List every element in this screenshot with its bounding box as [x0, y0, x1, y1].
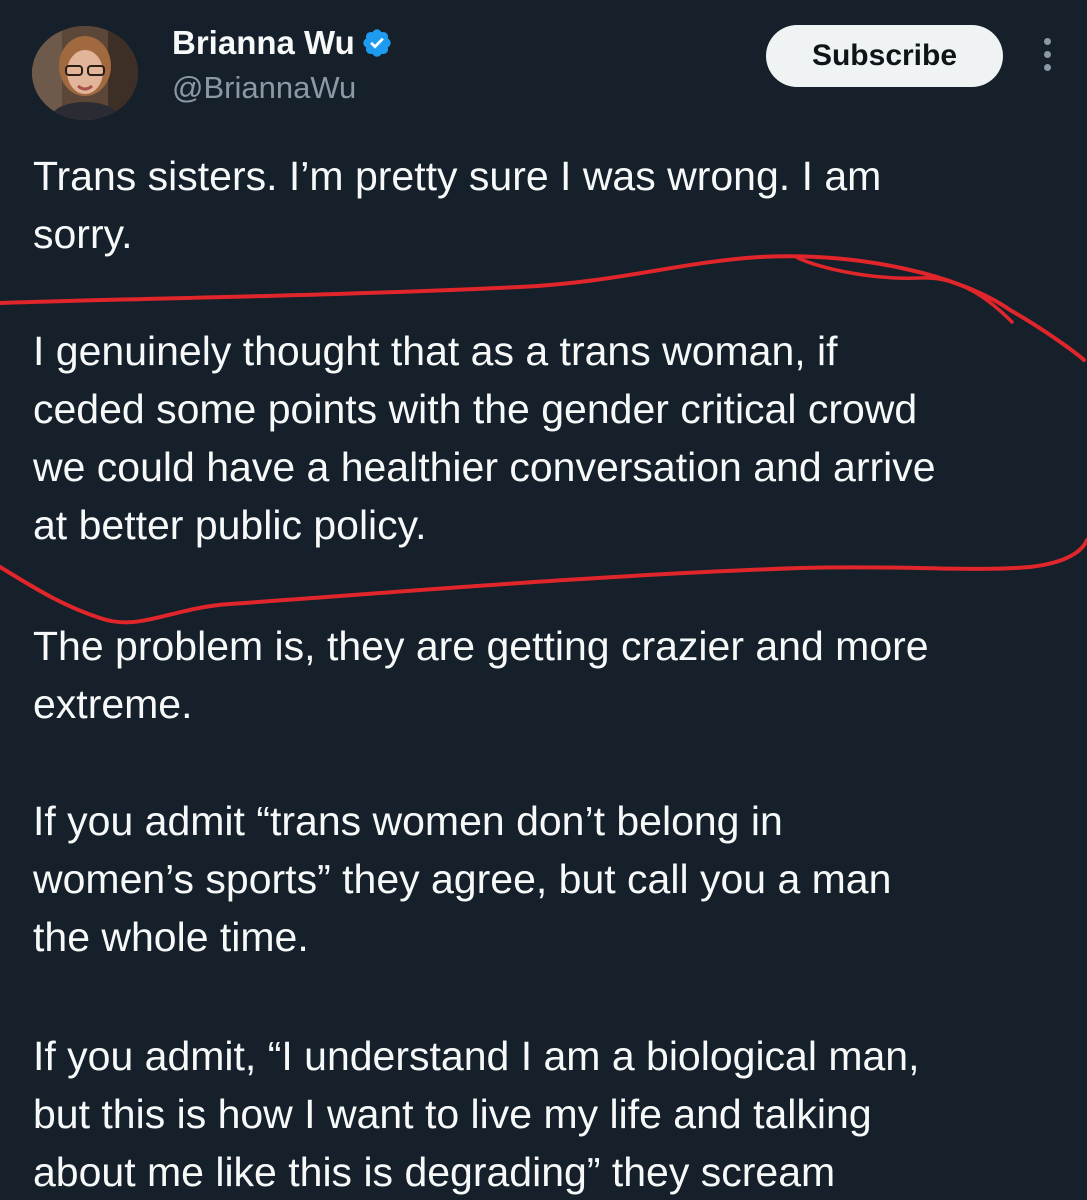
tweet-line: we could have a healthier conversation a…	[33, 444, 936, 490]
more-vertical-icon[interactable]	[1034, 38, 1060, 78]
tweet-line: women’s sports” they agree, but call you…	[33, 856, 892, 902]
tweet-line: but this is how I want to live my life a…	[33, 1091, 872, 1137]
tweet-line: If you admit “trans women don’t belong i…	[33, 798, 783, 844]
tweet: Brianna Wu @BriannaWu Subscribe Trans si…	[0, 0, 1087, 1200]
author-name[interactable]: Brianna Wu	[172, 24, 393, 62]
tweet-paragraph: If you admit, “I understand I am a biolo…	[33, 1027, 1073, 1200]
tweet-line: If you admit, “I understand I am a biolo…	[33, 1033, 920, 1079]
tweet-line: The problem is, they are getting crazier…	[33, 623, 929, 669]
tweet-paragraph: Trans sisters. I’m pretty sure I was wro…	[33, 147, 1073, 263]
tweet-line: Trans sisters. I’m pretty sure I was wro…	[33, 153, 882, 199]
tweet-line: extreme.	[33, 681, 193, 727]
tweet-line: at better public policy.	[33, 502, 427, 548]
tweet-line: sorry.	[33, 211, 133, 257]
avatar[interactable]	[32, 26, 138, 120]
subscribe-button[interactable]: Subscribe	[766, 25, 1003, 87]
verified-badge-icon[interactable]	[361, 27, 393, 59]
avatar-photo	[32, 26, 138, 120]
author-handle[interactable]: @BriannaWu	[172, 70, 356, 106]
tweet-line: the whole time.	[33, 914, 309, 960]
display-name-text: Brianna Wu	[172, 24, 355, 61]
tweet-paragraph: If you admit “trans women don’t belong i…	[33, 792, 1073, 966]
tweet-line: ceded some points with the gender critic…	[33, 386, 918, 432]
tweet-paragraph: I genuinely thought that as a trans woma…	[33, 322, 1073, 554]
tweet-line: about me like this is degrading” they sc…	[33, 1149, 836, 1195]
tweet-line: I genuinely thought that as a trans woma…	[33, 328, 838, 374]
tweet-paragraph: The problem is, they are getting crazier…	[33, 617, 1073, 733]
